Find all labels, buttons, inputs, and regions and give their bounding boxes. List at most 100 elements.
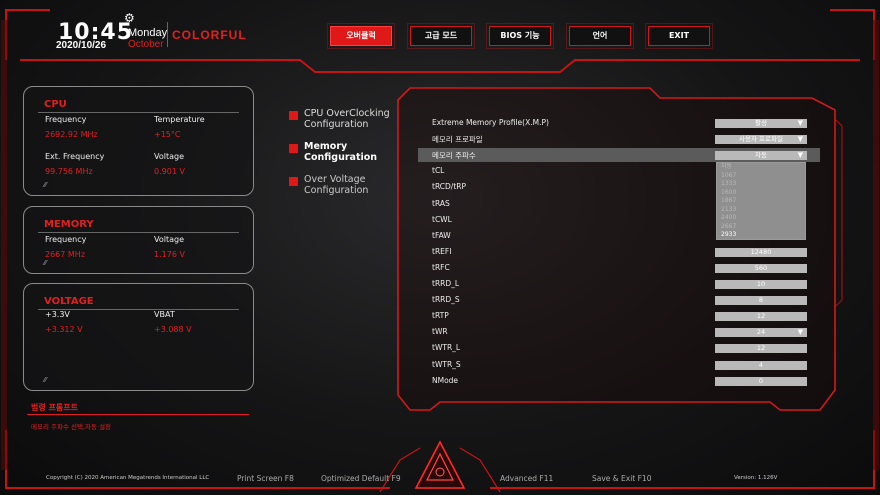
voltage-33v-label: +3.3V (45, 310, 70, 319)
memory-title: MEMORY (44, 219, 94, 230)
cpu-voltage-label: Voltage (154, 152, 185, 161)
setting-value-field[interactable]: 10 (715, 280, 807, 289)
menu-memory-configuration[interactable]: Memory Configuration (289, 141, 404, 163)
setting-label[interactable]: tRCD/tRP (432, 182, 466, 191)
setting-value-field[interactable]: 12 (715, 344, 807, 354)
footer-optimized-default[interactable]: Optimized Default F9 (321, 474, 401, 483)
footer-advanced[interactable]: Advanced F11 (500, 474, 553, 483)
setting-label[interactable]: 메모리 주파수 (432, 150, 476, 161)
copyright: Copyright (C) 2020 American Megatrends I… (46, 475, 210, 481)
setting-label[interactable]: tFAW (432, 231, 451, 240)
setting-label[interactable]: tWTR_S (432, 360, 461, 369)
memory-frequency-value: 2667 MHz (45, 250, 86, 259)
setting-value-field[interactable]: 8 (715, 296, 807, 306)
setting-value: 10 (756, 280, 766, 288)
menu-label: CPU OverClocking Configuration (304, 108, 390, 130)
clock-month: October (128, 39, 164, 50)
cpu-panel: CPU Frequency 2692.92 MHz Temperature +1… (23, 86, 254, 196)
setting-select[interactable]: 24 ▼ (715, 328, 807, 338)
help-divider (27, 414, 249, 415)
setting-value-field[interactable]: 0 (715, 376, 807, 386)
memory-voltage-value: 1.176 V (154, 250, 185, 259)
cpu-ext-frequency-label: Ext. Frequency (45, 152, 105, 161)
clock-date: 2020/10/26 (56, 40, 107, 51)
gear-icon[interactable]: ⚙ (124, 12, 136, 24)
clock: 10:45 2020/10/26 (56, 20, 133, 51)
setting-label[interactable]: tCWL (432, 215, 452, 224)
setting-value: 0 (758, 376, 764, 385)
dropdown-option[interactable]: 2667 (717, 223, 805, 232)
voltage-vbat-label: VBAT (154, 310, 175, 319)
dropdown-option[interactable]: 2933 (717, 231, 805, 240)
setting-select[interactable]: 자동 ▼ (715, 151, 807, 161)
setting-value-field[interactable]: 4 (715, 360, 807, 370)
divider (38, 112, 239, 113)
chevron-down-icon: ▼ (797, 135, 803, 144)
voltage-vbat-value: +3.088 V (154, 325, 192, 334)
brand-logo: COLORFUL (172, 28, 247, 42)
brand-divider (167, 22, 168, 47)
dropdown-option[interactable]: 2133 (717, 206, 805, 215)
setting-label[interactable]: tWR (432, 327, 448, 336)
bullet-icon (289, 144, 298, 153)
tab-advanced-mode[interactable]: 고급 모드 (407, 23, 475, 49)
setting-select[interactable]: 사용자 프로파일 ▼ (715, 135, 807, 145)
tab-exit[interactable]: EXIT (645, 23, 713, 49)
cpu-temperature-value: +15°C (154, 130, 181, 139)
setting-value-field[interactable]: 560 (715, 263, 807, 273)
memory-frequency-label: Frequency (45, 235, 87, 244)
setting-value-field[interactable]: 12480 (715, 247, 807, 257)
help-text: 메모리 주파수 선택,자동 설정 (31, 423, 112, 431)
setting-label[interactable]: tRAS (432, 199, 450, 208)
menu-over-voltage[interactable]: Over Voltage Configuration (289, 174, 404, 196)
voltage-title: VOLTAGE (44, 296, 94, 307)
cpu-ext-frequency-value: 99.756 MHz (45, 167, 93, 176)
bullet-icon (289, 177, 298, 186)
cpu-frequency-value: 2692.92 MHz (45, 130, 98, 139)
chevron-down-icon: ▼ (797, 328, 803, 337)
frequency-dropdown-list[interactable]: 자동 1067 1333 1600 1867 2133 2400 2667 2933 (716, 162, 806, 240)
setting-label[interactable]: tRTP (432, 311, 449, 320)
cpu-frequency-label: Frequency (45, 115, 87, 124)
setting-label[interactable]: tRFC (432, 263, 450, 272)
dropdown-option[interactable]: 2400 (717, 214, 805, 223)
setting-label[interactable]: 메모리 프로파일 (432, 134, 483, 145)
cpu-title: CPU (44, 99, 67, 110)
setting-value: 활성 (755, 119, 767, 127)
setting-label[interactable]: tRRD_S (432, 295, 460, 304)
dropdown-option[interactable]: 자동 (717, 163, 805, 172)
setting-label[interactable]: tREFI (432, 247, 451, 256)
memory-panel: MEMORY Frequency 2667 MHz Voltage 1.176 … (23, 206, 254, 274)
memory-voltage-label: Voltage (154, 235, 185, 244)
setting-label[interactable]: NMode (432, 376, 458, 385)
setting-value: 24 (756, 328, 766, 337)
setting-select[interactable]: 활성 ▼ (715, 119, 807, 128)
voltage-33v-value: +3.312 V (45, 325, 83, 334)
menu-cpu-overclocking[interactable]: CPU OverClocking Configuration (289, 108, 404, 130)
setting-label[interactable]: tWTR_L (432, 343, 460, 352)
setting-value: 12 (756, 312, 766, 321)
setting-value: 자동 (755, 151, 767, 160)
panel-decoration: ⁄⁄⁄ ⁄⁄⁄ (44, 182, 47, 189)
tab-overclock[interactable]: 오버클럭 (327, 23, 395, 49)
version: Version: 1.126V (734, 475, 778, 481)
setting-label[interactable]: tRRD_L (432, 279, 459, 288)
setting-value: 12 (756, 344, 766, 353)
dropdown-option[interactable]: 1600 (717, 189, 805, 198)
setting-value-field[interactable]: 12 (715, 312, 807, 322)
setting-value: 8 (758, 296, 764, 305)
clock-weekday: Monday (128, 27, 168, 39)
tab-bios-features[interactable]: BIOS 기능 (486, 23, 554, 49)
tab-language[interactable]: 언어 (566, 23, 634, 49)
setting-label[interactable]: tCL (432, 166, 444, 175)
dropdown-option[interactable]: 1067 (717, 172, 805, 181)
setting-label[interactable]: Extreme Memory Profile(X.M.P) (432, 118, 549, 127)
dropdown-option[interactable]: 1333 (717, 180, 805, 189)
divider (38, 232, 239, 233)
cpu-voltage-value: 0.901 V (154, 167, 185, 176)
footer-print-screen[interactable]: Print Screen F8 (237, 474, 294, 483)
bullet-icon (289, 111, 298, 120)
dropdown-option[interactable]: 1867 (717, 197, 805, 206)
chevron-down-icon: ▼ (797, 151, 803, 160)
footer-save-exit[interactable]: Save & Exit F10 (592, 474, 651, 483)
